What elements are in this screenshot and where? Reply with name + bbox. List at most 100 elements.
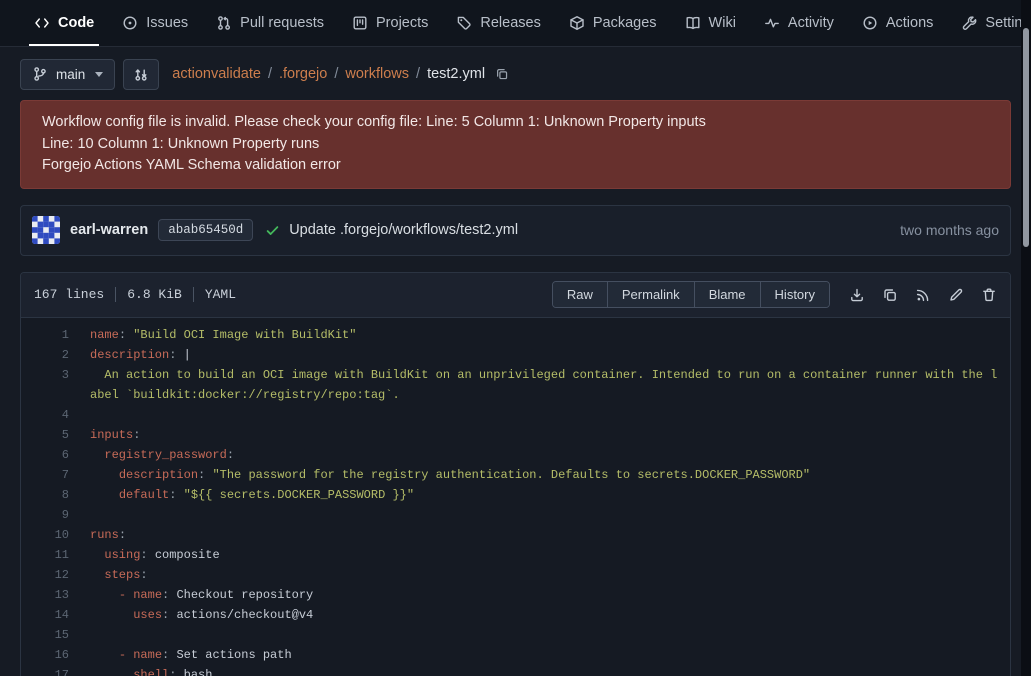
permalink-button[interactable]: Permalink [607,282,694,307]
branch-name: main [56,67,85,82]
tag-icon [456,15,472,31]
file-meta-item: 167 lines [34,287,104,302]
code-view: 1 name: "Build OCI Image with BuildKit" 2 d… [21,318,1010,676]
file-action-icons [849,287,997,303]
file-meta-item: YAML [205,287,236,302]
error-banner-line: Forgejo Actions YAML Schema validation e… [42,155,989,177]
commit-message[interactable]: Update .forgejo/workflows/test2.yml [289,222,518,238]
nav-item-actions[interactable]: Actions [862,0,934,46]
code-line: 6 registry_password: [21,445,1010,465]
code-line: 8 default: "${{ secrets.DOCKER_PASSWORD … [21,485,1010,505]
branch-icon [32,66,48,82]
breadcrumb-separator: / [334,66,338,82]
line-number[interactable]: 9 [21,505,69,525]
pull-request-icon [216,15,232,31]
code-line-content: uses: actions/checkout@v4 [90,605,1010,625]
line-number[interactable]: 14 [21,605,69,625]
compare-button[interactable] [123,59,159,90]
nav-item-label: Activity [788,15,834,31]
tools-icon [961,15,977,31]
nav-item-label: Actions [886,15,934,31]
breadcrumb-link[interactable]: .forgejo [279,66,327,82]
line-number[interactable]: 1 [21,325,69,345]
line-number[interactable]: 16 [21,645,69,665]
code-line-content: - name: Set actions path [90,645,1010,665]
line-number[interactable]: 10 [21,525,69,545]
line-number[interactable]: 5 [21,425,69,445]
code-line-content: inputs: [90,425,1010,445]
line-number[interactable]: 8 [21,485,69,505]
breadcrumb-separator: / [268,66,272,82]
scrollbar-thumb[interactable] [1023,28,1029,247]
download-icon[interactable] [849,287,865,303]
raw-button[interactable]: Raw [553,282,607,307]
code-line-content: default: "${{ secrets.DOCKER_PASSWORD }}… [90,485,1010,505]
copy-path-icon[interactable] [495,67,509,81]
nav-item-packages[interactable]: Packages [569,0,657,46]
line-number[interactable]: 13 [21,585,69,605]
code-line: 11 using: composite [21,545,1010,565]
line-number[interactable]: 15 [21,625,69,645]
error-banner-line: Line: 10 Column 1: Unknown Property runs [42,134,989,156]
code-line: 4 [21,405,1010,425]
history-button[interactable]: History [760,282,829,307]
code-line: 5 inputs: [21,425,1010,445]
meta-divider [193,287,194,302]
commit-author[interactable]: earl-warren [70,222,148,238]
line-number[interactable]: 2 [21,345,69,365]
copy-icon[interactable] [882,287,898,303]
line-number[interactable]: 4 [21,405,69,425]
code-line: 7 description: "The password for the reg… [21,465,1010,485]
code-line: 14 uses: actions/checkout@v4 [21,605,1010,625]
line-number[interactable]: 6 [21,445,69,465]
code-line: 13 - name: Checkout repository [21,585,1010,605]
avatar[interactable] [32,216,60,244]
code-line: 17 shell: bash [21,665,1010,676]
code-line-content: An action to build an OCI image with Bui… [90,365,1010,405]
rss-icon[interactable] [915,287,931,303]
code-line-content: description: | [90,345,1010,365]
code-line-content [90,405,1010,425]
code-line: 1 name: "Build OCI Image with BuildKit" [21,325,1010,345]
nav-item-issues[interactable]: Issues [122,0,188,46]
commit-sha-badge[interactable]: abab65450d [158,219,253,241]
breadcrumb-link[interactable]: actionvalidate [172,66,261,82]
chevron-down-icon [95,72,103,77]
nav-item-releases[interactable]: Releases [456,0,540,46]
page-scrollbar[interactable] [1021,0,1031,676]
meta-divider [115,287,116,302]
branch-selector[interactable]: main [20,59,115,90]
blame-button[interactable]: Blame [694,282,760,307]
breadcrumb-link[interactable]: workflows [345,66,409,82]
line-number[interactable]: 12 [21,565,69,585]
code-line-content [90,625,1010,645]
breadcrumb: actionvalidate / .forgejo / workflows / test2.… [172,66,509,82]
code-line: 9 [21,505,1010,525]
line-number[interactable]: 7 [21,465,69,485]
code-line-content: runs: [90,525,1010,545]
line-number[interactable]: 3 [21,365,69,405]
nav-item-pull-requests[interactable]: Pull requests [216,0,324,46]
code-line: 12 steps: [21,565,1010,585]
nav-item-label: Wiki [709,15,736,31]
nav-item-code[interactable]: Code [34,0,94,46]
breadcrumb-current-file: test2.yml [427,66,485,82]
code-line-content: name: "Build OCI Image with BuildKit" [90,325,1010,345]
code-line: 16 - name: Set actions path [21,645,1010,665]
delete-icon[interactable] [981,287,997,303]
code-line: 2 description: | [21,345,1010,365]
error-banner-line: Workflow config file is invalid. Please … [42,112,989,134]
breadcrumb-separator: / [416,66,420,82]
nav-item-label: Code [58,15,94,31]
nav-item-wiki[interactable]: Wiki [685,0,736,46]
line-number[interactable]: 11 [21,545,69,565]
code-line: 15 [21,625,1010,645]
activity-icon [764,15,780,31]
nav-item-activity[interactable]: Activity [764,0,834,46]
line-number[interactable]: 17 [21,665,69,676]
edit-icon[interactable] [948,287,964,303]
file-meta-item: 6.8 KiB [127,287,182,302]
page-content: main actionvalidate / .forgejo / workflows / t… [0,58,1031,676]
commit-timestamp: two months ago [900,222,999,238]
nav-item-projects[interactable]: Projects [352,0,428,46]
